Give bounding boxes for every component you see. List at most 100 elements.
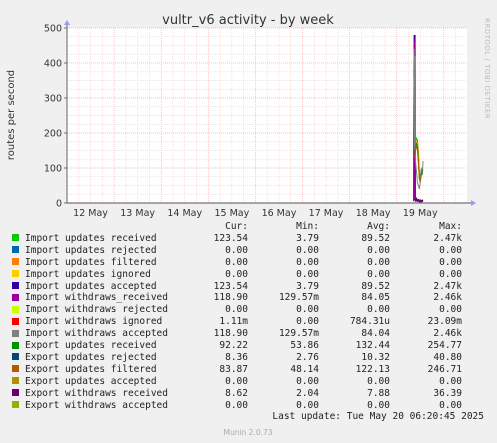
legend-max-value: 0.00 <box>439 304 462 316</box>
legend-cur-value: 83.87 <box>219 363 248 375</box>
legend-series-name: Import withdraws accepted <box>25 328 168 340</box>
legend-swatch <box>12 293 19 301</box>
rrdtool-credit: RRDTOOL / TOBI OETIKER <box>483 18 491 119</box>
legend-row: Export updates accepted 0.00 0.00 0.00 0.00 <box>10 376 462 388</box>
y-tick-label: 0 <box>56 199 62 210</box>
legend-swatch <box>12 401 19 409</box>
legend-cur-value: 0.00 <box>225 304 248 316</box>
legend-series-name: Import updates ignored <box>25 268 151 280</box>
legend-cur-value: 118.90 <box>213 328 248 340</box>
legend-max-value: 23.09m <box>427 316 462 328</box>
y-axis-arrow <box>64 20 70 25</box>
legend-max-value: 246.71 <box>427 363 462 375</box>
legend-max-value: 2.47k <box>433 280 462 292</box>
legend-row: Import withdraws ignored 1.11m 0.00 784.31u… <box>10 316 462 328</box>
x-tick-label: 15 May <box>214 208 249 219</box>
legend-swatch <box>12 341 19 349</box>
legend-swatch <box>12 305 19 313</box>
legend-avg-value: 84.04 <box>361 328 390 340</box>
x-tick-label: 18 May <box>356 208 391 219</box>
legend-cur-value: 8.36 <box>225 351 248 363</box>
legend-header: Cur: Min: Avg: Max: <box>10 221 462 233</box>
legend-series-name: Export updates rejected <box>25 351 157 363</box>
legend-swatch <box>12 270 19 278</box>
legend-row: Export withdraws accepted 0.00 0.00 0.00 0.0… <box>10 400 462 412</box>
legend-max-value: 40.80 <box>433 351 462 363</box>
y-tick-label: 500 <box>44 24 62 35</box>
legend-swatch <box>12 317 19 325</box>
legend-row: Import updates ignored 0.00 0.00 0.00 0.00 <box>10 269 462 281</box>
legend-swatch <box>12 365 19 373</box>
legend-row: Import withdraws accepted 118.90 129.57m 84… <box>10 328 462 340</box>
legend-series-name: Import updates filtered <box>25 256 157 268</box>
legend-series-name: Import withdraws rejected <box>25 304 168 316</box>
legend-series-name: Import updates received <box>25 232 157 244</box>
legend-avg-value: 0.00 <box>367 244 390 256</box>
legend-cur-value: 0.00 <box>225 256 248 268</box>
legend-cur-value: 118.90 <box>213 292 248 304</box>
last-update: Last update: Tue May 20 06:20:45 2025 <box>272 411 484 422</box>
legend-min-value: 0.00 <box>296 399 319 411</box>
legend-table: Cur: Min: Avg: Max: Import updates recei… <box>10 221 462 412</box>
legend-min-value: 48.14 <box>290 363 319 375</box>
legend-row: Export updates received 92.22 53.86 132.44 2… <box>10 340 462 352</box>
legend-avg-value: 0.00 <box>367 375 390 387</box>
legend-max-value: 0.00 <box>439 256 462 268</box>
legend-min-value: 3.79 <box>296 232 319 244</box>
legend-max-value: 0.00 <box>439 268 462 280</box>
legend-min-value: 0.00 <box>296 244 319 256</box>
legend-max-value: 36.39 <box>433 387 462 399</box>
legend-swatch <box>12 234 19 242</box>
x-tick-label: 19 May <box>403 208 438 219</box>
legend-swatch <box>12 377 19 385</box>
legend-avg-value: 0.00 <box>367 268 390 280</box>
legend-max-value: 2.47k <box>433 232 462 244</box>
legend-avg-value: 0.00 <box>367 256 390 268</box>
legend-cur-value: 1.11m <box>219 316 248 328</box>
legend-avg-value: 7.88 <box>367 387 390 399</box>
legend-row: Import updates received 123.54 3.79 89.52 2.… <box>10 233 462 245</box>
legend-cur-value: 123.54 <box>213 280 248 292</box>
legend-swatch <box>12 246 19 254</box>
y-tick-label: 400 <box>44 59 62 70</box>
y-tick-label: 200 <box>44 129 62 140</box>
legend-cur-value: 92.22 <box>219 340 248 352</box>
legend-min-value: 53.86 <box>290 340 319 352</box>
cur-header: Cur: <box>225 221 248 232</box>
legend-cur-value: 8.62 <box>225 387 248 399</box>
y-tick-label: 300 <box>44 94 62 105</box>
legend-max-value: 0.00 <box>439 375 462 387</box>
legend-series-name: Import updates accepted <box>25 280 157 292</box>
legend-avg-value: 784.31u <box>349 316 390 328</box>
legend-row: Import withdraws rejected 0.00 0.00 0.00 0.0… <box>10 304 462 316</box>
legend-max-value: 0.00 <box>439 244 462 256</box>
legend-series-name: Import updates rejected <box>25 244 157 256</box>
legend-series-name: Import withdraws_received <box>25 292 168 304</box>
legend-row: Import updates filtered 0.00 0.00 0.00 0.00 <box>10 257 462 269</box>
x-tick-label: 16 May <box>262 208 297 219</box>
legend-series-name: Export updates accepted <box>25 375 157 387</box>
legend-avg-value: 132.44 <box>355 340 390 352</box>
legend-swatch <box>12 282 19 290</box>
legend-series-name: Export withdraws accepted <box>25 399 168 411</box>
x-tick-label: 17 May <box>309 208 344 219</box>
legend-min-value: 2.04 <box>296 387 319 399</box>
legend-avg-value: 10.32 <box>361 351 390 363</box>
legend-swatch <box>12 329 19 337</box>
legend-min-value: 0.00 <box>296 268 319 280</box>
legend-avg-value: 84.05 <box>361 292 390 304</box>
legend-series-name: Export updates filtered <box>25 363 157 375</box>
munin-footer: Munin 2.0.73 <box>223 428 272 437</box>
legend-cur-value: 0.00 <box>225 244 248 256</box>
avg-header: Avg: <box>367 221 390 232</box>
legend-min-value: 2.76 <box>296 351 319 363</box>
legend-min-value: 0.00 <box>296 375 319 387</box>
max-header: Max: <box>439 221 462 232</box>
grid <box>66 27 467 204</box>
min-header: Min: <box>296 221 319 232</box>
legend-swatch <box>12 258 19 266</box>
legend-row: Export updates filtered 83.87 48.14 122.13 2… <box>10 364 462 376</box>
legend-min-value: 0.00 <box>296 304 319 316</box>
legend-min-value: 129.57m <box>278 292 319 304</box>
legend-swatch <box>12 353 19 361</box>
